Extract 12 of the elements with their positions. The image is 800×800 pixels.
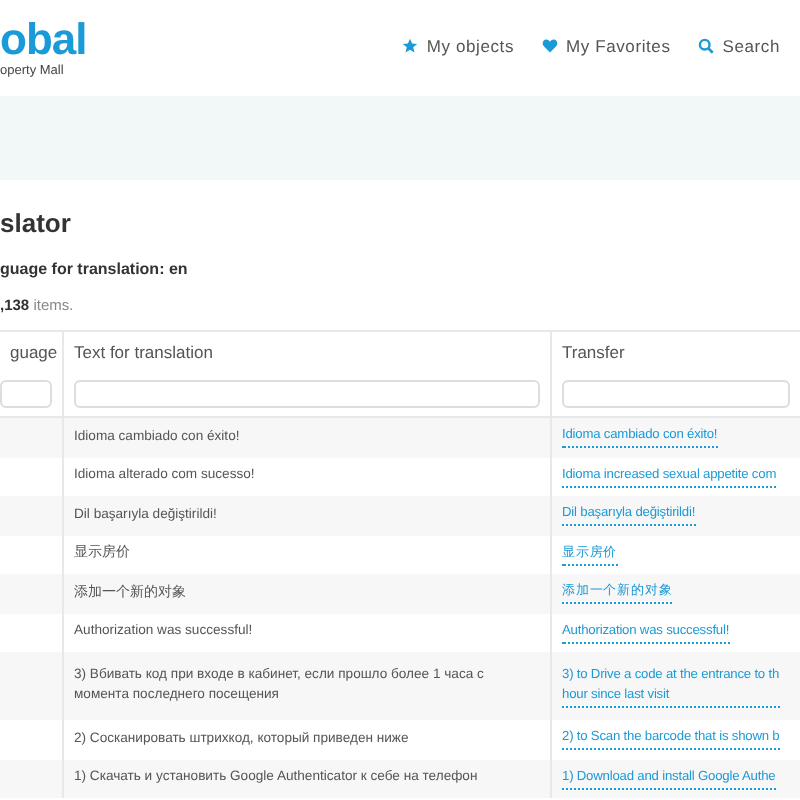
heart-icon xyxy=(542,38,559,54)
column-header[interactable]: Transfer xyxy=(562,341,625,361)
nav-link[interactable]: My Favorites xyxy=(542,36,671,56)
column-header[interactable]: Text for translation xyxy=(74,341,213,361)
logo-wordmark[interactable]: obal xyxy=(0,17,87,62)
nav-link[interactable]: Search xyxy=(698,36,780,56)
column-header[interactable]: guage xyxy=(10,341,58,361)
page-title: slator xyxy=(0,208,73,238)
search-icon xyxy=(698,38,715,54)
star-icon xyxy=(402,38,419,54)
language-label: guage for translation: en xyxy=(0,260,190,278)
nav-link[interactable]: My objects xyxy=(402,36,515,56)
